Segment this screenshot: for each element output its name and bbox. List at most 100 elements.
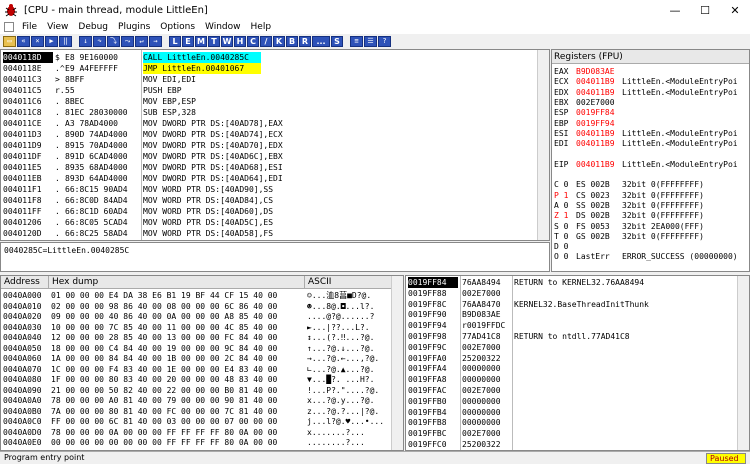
menu-file[interactable]: File: [17, 22, 42, 32]
toolbar-button-b[interactable]: B: [286, 35, 298, 47]
disasm-row[interactable]: 004011D9. 8915 70AD4000 MOV DWORD PTR DS:[…: [1, 140, 549, 151]
dump-row[interactable]: 0040A070 1C 00 00 00 F4 83 40 00 1E 00 00…: [1, 364, 403, 375]
toolbar-button-w[interactable]: W: [221, 35, 233, 47]
toolbar-button-t[interactable]: T: [208, 35, 220, 47]
dump-scrollbar[interactable]: [391, 276, 403, 450]
disasm-row[interactable]: 004011FF. 66:8C1D 60AD4 MOV WORD PTR DS:[4…: [1, 206, 549, 217]
minimize-button[interactable]: —: [660, 0, 690, 20]
stack-row[interactable]: 0019FFC0 25200322: [406, 439, 749, 450]
disasm-row[interactable]: 004011D3. 890D 74AD4000 MOV DWORD PTR DS:[…: [1, 129, 549, 140]
register-row[interactable]: O 0 LastErr ERROR_SUCCESS (00000000): [554, 251, 738, 262]
toolbar-button-patches[interactable]: /: [260, 35, 272, 47]
stack-row[interactable]: 0019FFAC 002E7000: [406, 385, 749, 396]
bug-icon[interactable]: [4, 3, 18, 17]
stack-row[interactable]: 0019FF8C 76AA8470 KERNEL32.BaseThreadInitT…: [406, 299, 749, 310]
stack-row[interactable]: 0019FFBC 002E7000: [406, 428, 749, 439]
rewind-icon[interactable]: «: [17, 35, 30, 47]
dump-row[interactable]: 0040A050 18 00 00 00 C4 84 40 00 19 00 00…: [1, 343, 403, 354]
appearance-icon[interactable]: ≡: [350, 35, 363, 47]
dump-pane[interactable]: Address Hex dump ASCII 0040A000 01 00 00 00 …: [0, 275, 404, 451]
register-row[interactable]: EIP 004011B9 LittleEn.<ModuleEntryPoi: [554, 159, 738, 170]
disasm-hex: 66:8C05 5CAD4: [65, 218, 128, 227]
toolbar-button-s[interactable]: S: [331, 35, 343, 47]
disasm-row[interactable]: 004011C6. 8BEC MOV EBP,ESP: [1, 96, 549, 107]
dump-row[interactable]: 0040A080 1F 00 00 00 80 83 40 00 20 00 00…: [1, 374, 403, 385]
toolbar-button-r[interactable]: R: [299, 35, 311, 47]
options-icon[interactable]: ☰: [364, 35, 377, 47]
dump-row[interactable]: 0040A0A0 78 00 00 00 A0 81 40 00 79 00 00…: [1, 395, 403, 406]
disasm-row[interactable]: 004011EB. 893D 64AD4000 MOV DWORD PTR DS:[…: [1, 173, 549, 184]
step-over-icon[interactable]: ↷: [93, 35, 106, 47]
disassembly-pane[interactable]: 0040118D $ E8 9E160000 CALL LittleEn.004028…: [0, 49, 550, 241]
menu-window[interactable]: Window: [200, 22, 246, 32]
disasm-row[interactable]: 004011C8. 81EC 28030000 SUB ESP,328: [1, 107, 549, 118]
stack-pane[interactable]: 0019FF84 76AA8494 RETURN to KERNEL32.76AA8…: [405, 275, 750, 451]
dump-row[interactable]: 0040A040 12 00 00 00 28 85 40 00 13 00 00…: [1, 332, 403, 343]
execute-till-return-icon[interactable]: ↵: [135, 35, 148, 47]
disasm-row[interactable]: 004011CE. A3 78AD4000 MOV DWORD PTR DS:[40…: [1, 118, 549, 129]
menu-debug[interactable]: Debug: [73, 22, 113, 32]
folder-icon[interactable]: ▭: [3, 35, 16, 47]
stack-row[interactable]: 0019FFA4 00000000: [406, 363, 749, 374]
dump-row[interactable]: 0040A0E0 00 00 00 00 00 00 00 00 FF FF FF…: [1, 437, 403, 448]
toolbar-button-c[interactable]: C: [247, 35, 259, 47]
dump-row[interactable]: 0040A030 10 00 00 00 7C 85 40 00 11 00 00…: [1, 322, 403, 333]
dump-row[interactable]: 0040A0B0 7A 00 00 00 80 81 40 00 FC 00 00…: [1, 406, 403, 417]
toolbar-button-k[interactable]: K: [273, 35, 285, 47]
disasm-row[interactable]: 00401206. 66:8C05 5CAD4 MOV WORD PTR DS:[4…: [1, 217, 549, 228]
trace-over-icon[interactable]: ⤳: [121, 35, 134, 47]
run-icon[interactable]: ▶: [45, 35, 58, 47]
stack-row[interactable]: 0019FF98 77AD41C8 RETURN to ntdll.77AD41C8: [406, 331, 749, 342]
dump-row[interactable]: 0040A0C0 FF 00 00 00 6C 81 40 00 03 00 00…: [1, 416, 403, 427]
stack-row[interactable]: 0019FFB0 00000000: [406, 396, 749, 407]
close-file-icon[interactable]: ×: [31, 35, 44, 47]
register-row[interactable]: EDI 004011B9 LittleEn.<ModuleEntryPoi: [554, 138, 738, 149]
disasm-row[interactable]: 004011F1. 66:8C15 90AD4 MOV WORD PTR DS:[4…: [1, 184, 549, 195]
stack-row[interactable]: 0019FFB4 00000000: [406, 407, 749, 418]
stack-row[interactable]: 0019FFA8 00000000: [406, 374, 749, 385]
close-button[interactable]: ✕: [720, 0, 750, 20]
toolbar-button-e[interactable]: E: [182, 35, 194, 47]
stack-row[interactable]: 0019FF84 76AA8494 RETURN to KERNEL32.76AA8…: [406, 277, 749, 288]
dump-row[interactable]: 0040A000 01 00 00 00 E4 DA 38 E6 B1 19 BF…: [1, 290, 403, 301]
stack-row[interactable]: 0019FF9C 002E7000: [406, 342, 749, 353]
disasm-scrollbar[interactable]: [537, 50, 549, 240]
toolbar-button-l[interactable]: L: [169, 35, 181, 47]
disasm-row[interactable]: 0040120D. 66:8C25 58AD4 MOV WORD PTR DS:[4…: [1, 228, 549, 239]
help-icon[interactable]: ?: [378, 35, 391, 47]
dump-row[interactable]: 0040A060 1A 00 00 00 84 84 40 00 1B 00 00…: [1, 353, 403, 364]
disasm-row[interactable]: 004011E5. 8935 68AD4000 MOV DWORD PTR DS:[…: [1, 162, 549, 173]
dump-row[interactable]: 0040A0D0 78 00 00 00 0A 00 00 00 FF FF FF…: [1, 427, 403, 438]
menu-plugins[interactable]: Plugins: [113, 22, 155, 32]
disasm-row[interactable]: 00401214.66:8C2D 54AD4 MOV WORD PTR DS:[4…: [1, 239, 549, 240]
dump-row[interactable]: 0040A090 21 00 00 00 50 82 40 00 22 00 00…: [1, 385, 403, 396]
disasm-row[interactable]: 0040118D $ E8 9E160000 CALL LittleEn.004028…: [1, 52, 549, 63]
pause-icon[interactable]: ‖: [59, 35, 72, 47]
disasm-row[interactable]: 0040118E .^ E9 A4FEFFFF JMP LittleEn.004010…: [1, 63, 549, 74]
stack-row[interactable]: 0019FFA0 25200322: [406, 353, 749, 364]
stack-row[interactable]: 0019FF90 B9D083AE: [406, 309, 749, 320]
dump-row[interactable]: 0040A010 02 00 00 00 98 86 40 00 08 00 00…: [1, 301, 403, 312]
disasm-row[interactable]: 004011C3 >8BFF MOV EDI,EDI: [1, 74, 549, 85]
dump-row[interactable]: 0040A020 09 00 00 00 40 86 40 00 0A 00 00…: [1, 311, 403, 322]
go-to-icon[interactable]: →: [149, 35, 162, 47]
toolbar-button-run-trace[interactable]: ...: [312, 35, 330, 47]
menu-help[interactable]: Help: [246, 22, 277, 32]
child-window-icon[interactable]: [4, 22, 14, 32]
toolbar-button-h[interactable]: H: [234, 35, 246, 47]
stack-row[interactable]: 0019FF94 r0019FFDC: [406, 320, 749, 331]
menu-options[interactable]: Options: [155, 22, 200, 32]
maximize-button[interactable]: ☐: [690, 0, 720, 20]
stack-row[interactable]: 0019FF88 002E7000: [406, 288, 749, 299]
step-into-icon[interactable]: ↓: [79, 35, 92, 47]
stack-scrollbar[interactable]: [737, 276, 749, 450]
menu-view[interactable]: View: [42, 22, 73, 32]
trace-into-icon[interactable]: ⤵: [107, 35, 120, 47]
disasm-row[interactable]: 004011DF. 891D 6CAD4000 MOV DWORD PTR DS:[…: [1, 151, 549, 162]
disasm-row[interactable]: 004011C5 r. 55 PUSH EBP: [1, 85, 549, 96]
stack-row[interactable]: 0019FFB8 00000000: [406, 417, 749, 428]
disasm-row[interactable]: 004011F8. 66:8C0D 84AD4 MOV WORD PTR DS:[4…: [1, 195, 549, 206]
registers-pane[interactable]: Registers (FPU) EAX B9D083AE ECX 004011B9 Li…: [551, 49, 750, 272]
toolbar-button-m[interactable]: M: [195, 35, 207, 47]
dump-ascii: ........?...: [307, 438, 365, 447]
